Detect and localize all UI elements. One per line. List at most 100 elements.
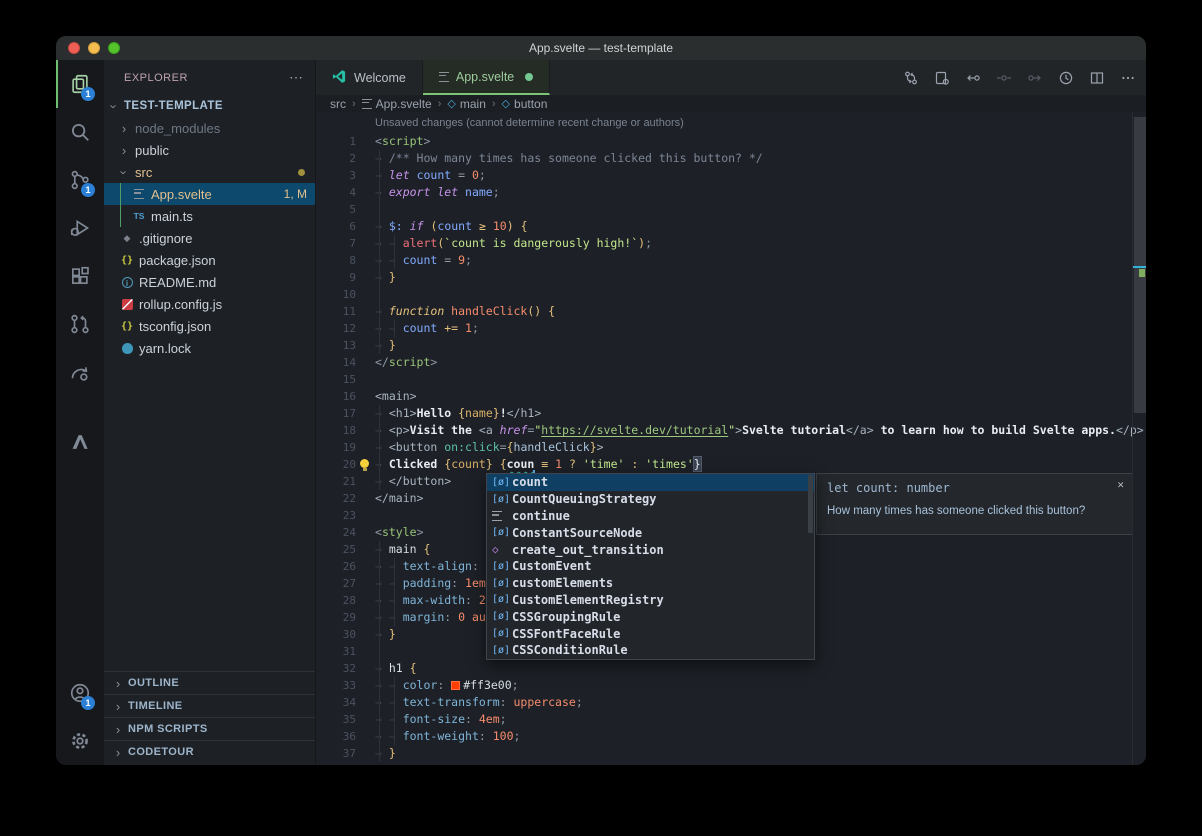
live-share-view-button[interactable] <box>56 348 104 396</box>
code-line-36[interactable]: 36→ → font-weight: 100; <box>316 728 1146 745</box>
symbol-variable-icon: [ø] <box>492 561 512 572</box>
tab-app-svelte[interactable]: App.svelte <box>423 60 550 95</box>
settings-button[interactable] <box>56 717 104 765</box>
suggestion-count[interactable]: [ø]count <box>487 474 814 491</box>
split-editor-icon[interactable] <box>1089 70 1105 86</box>
file-item-yarn-lock[interactable]: yarn.lock <box>104 337 315 359</box>
file-item-node-modules[interactable]: ›node_modules <box>104 117 315 139</box>
run-debug-view-button[interactable] <box>56 204 104 252</box>
symbol-variable-icon: [ø] <box>492 494 512 505</box>
line-number: 6 <box>316 218 375 235</box>
file-item-package-json[interactable]: {}package.json <box>104 249 315 271</box>
line-number: 27 <box>316 575 375 592</box>
code-line-17[interactable]: 17→ <h1>Hello {name}!</h1> <box>316 405 1146 422</box>
code-line-12[interactable]: 12→ → count += 1; <box>316 320 1146 337</box>
more-actions-icon[interactable] <box>1120 70 1136 86</box>
file-item-app-svelte[interactable]: App.svelte1, M <box>104 183 315 205</box>
account-button[interactable]: 1 <box>56 669 104 717</box>
suggestion-cssfontfacerule[interactable]: [ø]CSSFontFaceRule <box>487 625 814 642</box>
github-pull-request-view-button[interactable] <box>56 300 104 348</box>
code-line-4[interactable]: 4→ export let name; <box>316 184 1146 201</box>
scrollbar-slider[interactable] <box>1134 117 1146 413</box>
line-content: → let count = 0; <box>375 168 486 182</box>
file-item-main-ts[interactable]: TSmain.ts <box>104 205 315 227</box>
panel-npm-scripts[interactable]: ›NPM SCRIPTS <box>104 717 315 740</box>
code-line-1[interactable]: 1<script> <box>316 133 1146 150</box>
panel-codetour[interactable]: ›CODETOUR <box>104 740 315 763</box>
close-icon[interactable]: ✕ <box>1117 478 1124 491</box>
code-line-2[interactable]: 2→ /** How many times has someone clicke… <box>316 150 1146 167</box>
minimize-window-button[interactable] <box>88 42 100 54</box>
suggestion-create-out-transition[interactable]: ◇create_out_transition <box>487 541 814 558</box>
code-line-34[interactable]: 34→ → text-transform: uppercase; <box>316 694 1146 711</box>
code-line-20[interactable]: 20→ Clicked {count} {coun ≡ 1 ? 'time' :… <box>316 456 1146 473</box>
code-line-32[interactable]: 32→ h1 { <box>316 660 1146 677</box>
breadcrumb-item-src[interactable]: src <box>330 97 346 111</box>
close-window-button[interactable] <box>68 42 80 54</box>
code-line-16[interactable]: 16<main> <box>316 388 1146 405</box>
file-item-gitignore[interactable]: ◆.gitignore <box>104 227 315 249</box>
code-line-8[interactable]: 8→ → count = 9; <box>316 252 1146 269</box>
suggest-scrollbar[interactable] <box>808 475 813 533</box>
code-line-18[interactable]: 18→ <p>Visit the <a href="https://svelte… <box>316 422 1146 439</box>
file-item-public[interactable]: ›public <box>104 139 315 161</box>
panel-outline[interactable]: ›OUTLINE <box>104 671 315 694</box>
explorer-view-button[interactable]: 1 <box>56 60 104 108</box>
breadcrumb-label: button <box>514 97 547 111</box>
code-line-9[interactable]: 9→ } <box>316 269 1146 286</box>
code-line-19[interactable]: 19→ <button on:click={handleClick}> <box>316 439 1146 456</box>
previous-change-icon[interactable] <box>965 70 981 86</box>
code-line-15[interactable]: 15 <box>316 371 1146 388</box>
git-compare-icon[interactable] <box>903 70 919 86</box>
code-line-7[interactable]: 7→ → alert(`count is dangerously high!`)… <box>316 235 1146 252</box>
line-content: → function handleClick() { <box>375 304 555 318</box>
file-item-readme-md[interactable]: iREADME.md <box>104 271 315 293</box>
suggestion-customelementregistry[interactable]: [ø]CustomElementRegistry <box>487 592 814 609</box>
suggestion-countqueuingstrategy[interactable]: [ø]CountQueuingStrategy <box>487 491 814 508</box>
code-line-6[interactable]: 6→ $: if (count ≥ 10) { <box>316 218 1146 235</box>
vscode-logo-icon <box>332 69 347 87</box>
breadcrumb-item-button[interactable]: ◇button <box>502 97 548 111</box>
code-line-13[interactable]: 13→ } <box>316 337 1146 354</box>
file-item-src[interactable]: ›src <box>104 161 315 183</box>
suggestion-label: customElements <box>512 576 613 590</box>
code-line-14[interactable]: 14</script> <box>316 354 1146 371</box>
suggestion-continue[interactable]: continue <box>487 508 814 525</box>
open-changes-icon[interactable] <box>934 70 950 86</box>
code-line-10[interactable]: 10 <box>316 286 1146 303</box>
timeline-history-icon[interactable] <box>1058 70 1074 86</box>
modified-overview-marker <box>1139 269 1145 277</box>
cursor-overview-marker <box>1133 266 1146 268</box>
tab-welcome[interactable]: Welcome <box>316 60 423 95</box>
info-file-icon: i <box>120 277 134 288</box>
source-control-view-button[interactable]: 1 <box>56 156 104 204</box>
search-view-button[interactable] <box>56 108 104 156</box>
suggestion-cssgroupingrule[interactable]: [ø]CSSGroupingRule <box>487 608 814 625</box>
chevron-right-icon: › <box>112 745 124 760</box>
code-editor[interactable]: Unsaved changes (cannot determine recent… <box>316 112 1146 765</box>
suggestion-customelements[interactable]: [ø]customElements <box>487 575 814 592</box>
suggestion-constantsourcenode[interactable]: [ø]ConstantSourceNode <box>487 524 814 541</box>
breadcrumb-item-main[interactable]: ◇main <box>447 97 485 111</box>
code-line-3[interactable]: 3→ let count = 0; <box>316 167 1146 184</box>
scm-badge: 1 <box>81 183 95 197</box>
explorer-sidebar: EXPLORER ⋯ › TEST-TEMPLATE ›node_modules… <box>104 60 316 765</box>
code-line-5[interactable]: 5 <box>316 201 1146 218</box>
explorer-more-actions-button[interactable]: ⋯ <box>289 69 303 86</box>
panel-timeline[interactable]: ›TIMELINE <box>104 694 315 717</box>
lightbulb-icon[interactable] <box>360 459 369 468</box>
zoom-window-button[interactable] <box>108 42 120 54</box>
suggestion-customevent[interactable]: [ø]CustomEvent <box>487 558 814 575</box>
workspace-root-folder[interactable]: › TEST-TEMPLATE <box>104 95 315 117</box>
azure-view-button[interactable] <box>56 418 104 466</box>
code-line-33[interactable]: 33→ → color: #ff3e00; <box>316 677 1146 694</box>
code-line-35[interactable]: 35→ → font-size: 4em; <box>316 711 1146 728</box>
suggestion-cssconditionrule[interactable]: [ø]CSSConditionRule <box>487 642 814 659</box>
file-item-rollup-config-js[interactable]: rollup.config.js <box>104 293 315 315</box>
breadcrumb-item-app-svelte[interactable]: App.svelte <box>362 97 432 111</box>
file-item-tsconfig-json[interactable]: {}tsconfig.json <box>104 315 315 337</box>
code-line-11[interactable]: 11→ function handleClick() { <box>316 303 1146 320</box>
extensions-view-button[interactable] <box>56 252 104 300</box>
editor-scrollbar[interactable] <box>1132 112 1146 765</box>
code-line-37[interactable]: 37→ } <box>316 745 1146 762</box>
